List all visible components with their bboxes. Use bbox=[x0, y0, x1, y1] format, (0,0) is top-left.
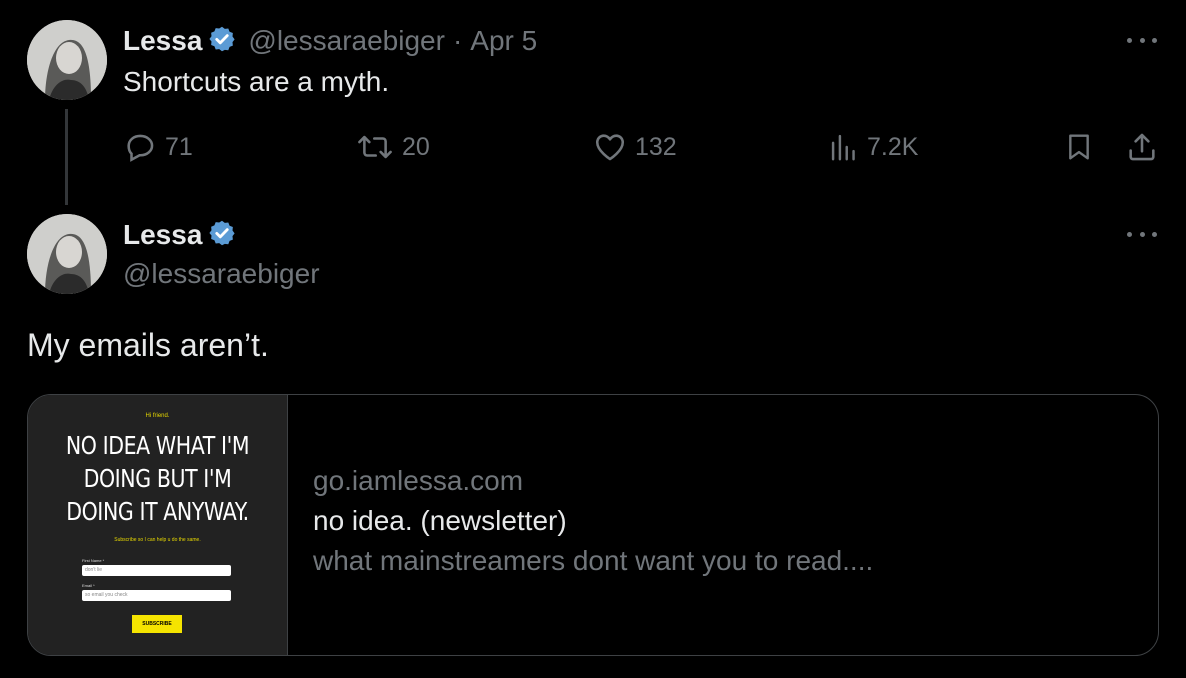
link-preview-card[interactable]: Hi friend. NO IDEA WHAT I'M DOING BUT I'… bbox=[27, 394, 1159, 656]
avatar[interactable] bbox=[27, 214, 107, 294]
email-field: so email you check bbox=[82, 590, 231, 601]
separator-dot: · bbox=[452, 25, 463, 56]
thumbnail-greeting: Hi friend. bbox=[145, 413, 170, 419]
verified-badge-icon bbox=[208, 219, 236, 252]
share-button[interactable] bbox=[1125, 130, 1167, 164]
retweet-icon bbox=[358, 135, 392, 159]
tweet-text: My emails aren’t. bbox=[27, 327, 269, 363]
share-icon bbox=[1129, 133, 1155, 161]
more-icon[interactable] bbox=[1127, 224, 1157, 244]
views-count: 7.2K bbox=[867, 132, 919, 161]
like-button[interactable]: 132 bbox=[593, 130, 677, 164]
bookmark-icon bbox=[1069, 134, 1089, 160]
author-handle[interactable]: @lessaraebiger bbox=[248, 25, 445, 57]
link-description: what mainstreamers dont want you to read… bbox=[313, 545, 874, 576]
retweet-button[interactable]: 20 bbox=[356, 130, 430, 164]
thumbnail-headline: NO IDEA WHAT I'M DOING BUT I'M DOING IT … bbox=[51, 429, 263, 528]
headline-line: NO IDEA WHAT I'M bbox=[65, 431, 250, 460]
subscribe-button: SUBSCRIBE bbox=[132, 615, 182, 633]
link-title: no idea. (newsletter) bbox=[313, 505, 567, 536]
headline-line: DOING BUT I'M bbox=[83, 464, 232, 493]
tweet-date[interactable]: Apr 5 bbox=[470, 25, 537, 57]
tweet-text: Shortcuts are a myth. bbox=[123, 66, 390, 97]
reply-button[interactable]: 71 bbox=[123, 130, 193, 164]
reply-count: 71 bbox=[165, 132, 193, 161]
bookmark-button[interactable] bbox=[1063, 130, 1103, 164]
views-icon bbox=[831, 134, 855, 161]
tweet-header: Lessa bbox=[123, 216, 236, 254]
link-thumbnail[interactable]: Hi friend. NO IDEA WHAT I'M DOING BUT I'… bbox=[28, 395, 288, 655]
thumbnail-subtitle: Subscribe so I can help u do the same. bbox=[114, 537, 201, 543]
avatar[interactable] bbox=[27, 20, 107, 100]
more-icon[interactable] bbox=[1127, 30, 1157, 50]
tweet-header: Lessa @lessaraebiger · Apr 5 bbox=[123, 22, 537, 60]
reply-icon bbox=[127, 134, 154, 162]
author-name[interactable]: Lessa bbox=[123, 25, 202, 57]
first-name-field: don't lie bbox=[82, 565, 231, 576]
link-domain: go.iamlessa.com bbox=[313, 465, 524, 496]
retweet-count: 20 bbox=[402, 132, 430, 161]
like-count: 132 bbox=[635, 132, 677, 161]
tweet-actions: 71 20 132 7.2K bbox=[123, 130, 1163, 170]
author-name[interactable]: Lessa bbox=[123, 219, 202, 251]
verified-badge-icon bbox=[208, 25, 236, 58]
link-info: go.iamlessa.com no idea. (newsletter) wh… bbox=[313, 465, 873, 577]
like-icon bbox=[595, 134, 625, 161]
author-handle[interactable]: @lessaraebiger bbox=[123, 258, 320, 290]
views-button[interactable]: 7.2K bbox=[829, 130, 918, 164]
email-label: Email * bbox=[82, 583, 95, 588]
headline-line: DOING IT ANYWAY. bbox=[66, 497, 249, 526]
thread-connector bbox=[65, 109, 68, 205]
first-name-label: First Name * bbox=[82, 558, 105, 563]
